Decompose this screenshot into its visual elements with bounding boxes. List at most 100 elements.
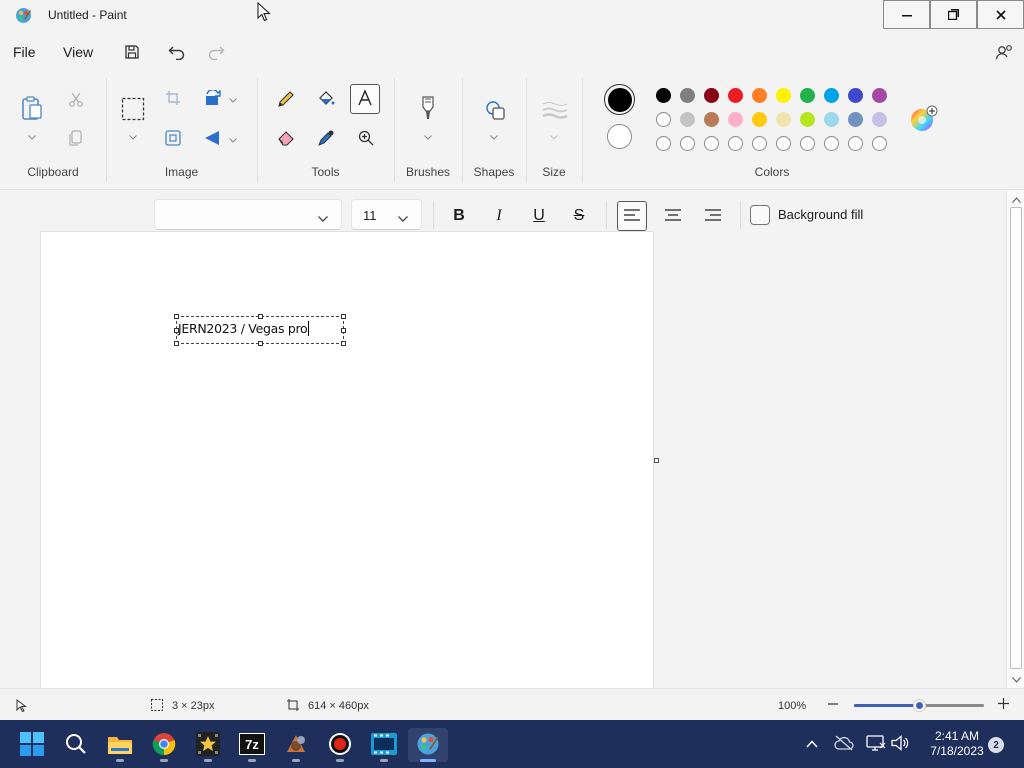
custom-color-slot[interactable] [680,136,695,151]
color-picker-tool[interactable] [311,124,341,154]
taskbar-app-7zip[interactable]: 7z [232,728,272,762]
color-swatch[interactable] [824,112,839,127]
custom-color-slot[interactable] [656,136,671,151]
color-swatch[interactable] [848,88,863,103]
canvas-resize-handle[interactable] [654,458,659,463]
flip-button[interactable] [198,124,228,154]
custom-color-slot[interactable] [800,136,815,151]
custom-color-slot[interactable] [872,136,887,151]
align-center-button[interactable] [658,201,688,231]
taskbar-app-chrome[interactable] [144,728,184,762]
resize-handle[interactable] [174,314,179,319]
resize-handle[interactable] [341,341,346,346]
minimize-button[interactable] [883,0,930,29]
drawing-canvas[interactable]: JERN2023 / Vegas pro [40,231,654,691]
flip-dropdown[interactable] [228,134,238,144]
select-dropdown[interactable] [128,131,138,141]
color-swatch[interactable] [704,88,719,103]
start-button[interactable] [12,728,52,762]
brushes-button[interactable] [413,94,443,124]
network-button[interactable] [866,734,886,754]
taskbar-app-file-explorer[interactable] [100,728,140,762]
account-settings-button[interactable] [992,42,1016,64]
zoom-level[interactable]: 100% [778,700,806,712]
custom-color-slot[interactable] [704,136,719,151]
shapes-dropdown[interactable] [489,131,499,141]
custom-color-slot[interactable] [752,136,767,151]
custom-color-slot[interactable] [728,136,743,151]
color-swatch[interactable] [680,88,695,103]
vertical-scrollbar[interactable] [1006,191,1024,688]
custom-color-slot[interactable] [824,136,839,151]
rotate-dropdown[interactable] [228,94,238,104]
font-size-dropdown[interactable]: 11 [351,199,422,230]
color-swatch[interactable] [776,112,791,127]
color-swatch[interactable] [872,112,887,127]
show-hidden-icons-button[interactable] [802,734,822,754]
shapes-button[interactable] [480,96,510,126]
taskbar-app-paint[interactable] [408,728,448,762]
close-button[interactable] [977,0,1024,29]
color-swatch[interactable] [704,112,719,127]
zoom-out-button[interactable] [826,698,840,712]
color-swatch[interactable] [728,112,743,127]
rotate-button[interactable] [198,84,228,114]
fill-tool[interactable] [311,85,341,115]
color-swatch[interactable] [752,88,767,103]
size-dropdown[interactable] [549,131,559,141]
clock[interactable]: 2:41 AM 7/18/2023 [920,729,994,759]
save-button[interactable] [120,42,144,64]
resize-handle[interactable] [258,314,263,319]
copy-button[interactable] [61,124,91,154]
menu-file[interactable]: File [13,44,36,60]
color-swatch[interactable] [824,88,839,103]
volume-button[interactable] [890,734,910,754]
bold-button[interactable]: B [444,201,474,231]
underline-button[interactable]: U [524,201,554,231]
color-swatch[interactable] [848,112,863,127]
zoom-slider[interactable] [854,699,984,712]
primary-color[interactable] [604,84,635,115]
taskbar-app-media[interactable] [276,728,316,762]
magnifier-tool[interactable] [351,124,381,154]
onedrive-status-button[interactable] [834,734,854,754]
paste-dropdown[interactable] [27,131,37,141]
italic-button[interactable]: I [484,201,514,231]
text-tool[interactable] [350,84,380,114]
scroll-down-button[interactable] [1010,673,1022,685]
redo-button[interactable] [204,42,228,64]
cut-button[interactable] [61,86,91,116]
taskbar-app-video-editor[interactable] [364,728,404,762]
paste-button[interactable] [17,94,47,124]
secondary-color[interactable] [607,124,632,149]
taskbar-app-recorder[interactable] [320,728,360,762]
align-left-button[interactable] [617,201,647,231]
scroll-up-button[interactable] [1010,193,1022,205]
custom-color-slot[interactable] [848,136,863,151]
color-swatch[interactable] [752,112,767,127]
color-swatch[interactable] [800,88,815,103]
background-fill-checkbox[interactable] [750,205,770,225]
brushes-dropdown[interactable] [423,131,433,141]
pencil-tool[interactable] [271,85,301,115]
color-swatch[interactable] [800,112,815,127]
color-swatch[interactable] [872,88,887,103]
resize-handle[interactable] [174,328,179,333]
select-button[interactable] [118,95,148,125]
zoom-in-button[interactable] [996,698,1010,712]
color-swatch[interactable] [656,112,671,127]
zoom-slider-thumb[interactable] [912,699,926,712]
resize-button[interactable] [158,124,188,154]
edit-colors-button[interactable] [908,104,938,134]
color-swatch[interactable] [656,88,671,103]
color-swatch[interactable] [728,88,743,103]
eraser-tool[interactable] [271,124,301,154]
restore-button[interactable] [930,0,977,29]
taskbar-app-movie[interactable] [188,728,228,762]
color-swatch[interactable] [680,112,695,127]
crop-button[interactable] [158,84,188,114]
undo-button[interactable] [165,42,189,64]
align-right-button[interactable] [698,201,728,231]
color-swatch[interactable] [776,88,791,103]
resize-handle[interactable] [341,314,346,319]
